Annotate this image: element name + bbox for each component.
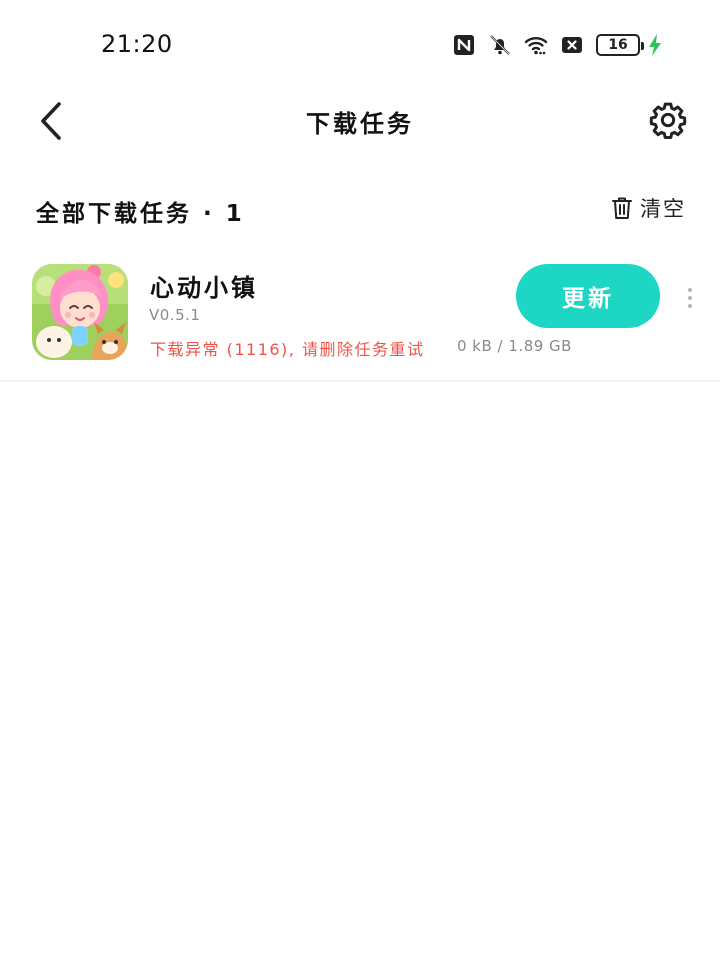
- title-bar: 下载任务: [0, 92, 720, 150]
- more-vertical-icon[interactable]: [680, 280, 700, 316]
- clear-all-label: 清空: [640, 197, 686, 221]
- download-error-message: 下载异常 (1116), 请删除任务重试: [150, 340, 425, 359]
- more-dot: [688, 296, 692, 300]
- trash-icon: [612, 197, 632, 219]
- app-version: V0.5.1: [149, 306, 201, 324]
- battery-level: 16: [608, 37, 628, 53]
- nfc-icon: [454, 35, 474, 55]
- app-icon[interactable]: [32, 264, 128, 360]
- wifi-icon: [524, 37, 548, 55]
- mute-icon: [490, 35, 510, 55]
- page-title: 下载任务: [306, 110, 414, 138]
- status-bar: 21:20 16: [0, 0, 720, 92]
- settings-button[interactable]: [648, 100, 688, 140]
- status-time: 21:20: [101, 30, 173, 58]
- battery-icon: 16: [596, 34, 644, 56]
- charging-icon: [649, 34, 661, 56]
- app-name: 心动小镇: [150, 274, 258, 302]
- gear-icon: [649, 102, 687, 139]
- status-icons: 16: [440, 32, 662, 58]
- game-art-icon: [32, 264, 128, 360]
- update-button[interactable]: 更新: [516, 264, 660, 328]
- download-tasks-screen: 21:20 16 下载任务 全部下载任务 · 1 清空 心动小镇 V0.5.1 …: [0, 0, 720, 960]
- download-item[interactable]: 心动小镇 V0.5.1 下载异常 (1116), 请删除任务重试 0 kB / …: [0, 250, 720, 382]
- section-title: 全部下载任务 · 1: [36, 201, 245, 227]
- more-dot: [688, 304, 692, 308]
- more-dot: [688, 288, 692, 292]
- sim-icon: [562, 37, 582, 53]
- section-header: 全部下载任务 · 1 清空: [0, 186, 720, 230]
- download-size: 0 kB / 1.89 GB: [457, 337, 572, 355]
- clear-all-button[interactable]: 清空: [610, 190, 686, 226]
